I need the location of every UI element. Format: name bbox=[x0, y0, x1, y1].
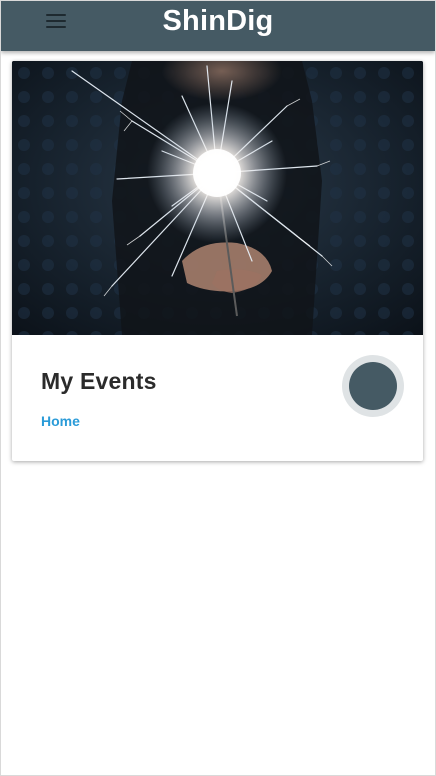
events-card: My Events Home bbox=[12, 61, 423, 461]
card-title: My Events bbox=[41, 368, 157, 394]
sparkler-photo bbox=[12, 61, 423, 335]
fab-circle bbox=[349, 362, 397, 410]
app-bar: ShinDig bbox=[1, 1, 435, 51]
home-link[interactable]: Home bbox=[41, 413, 80, 429]
app-title: ShinDig bbox=[162, 5, 274, 37]
app-screen: ShinDig My Events Home bbox=[0, 0, 436, 776]
action-button[interactable] bbox=[342, 355, 404, 417]
